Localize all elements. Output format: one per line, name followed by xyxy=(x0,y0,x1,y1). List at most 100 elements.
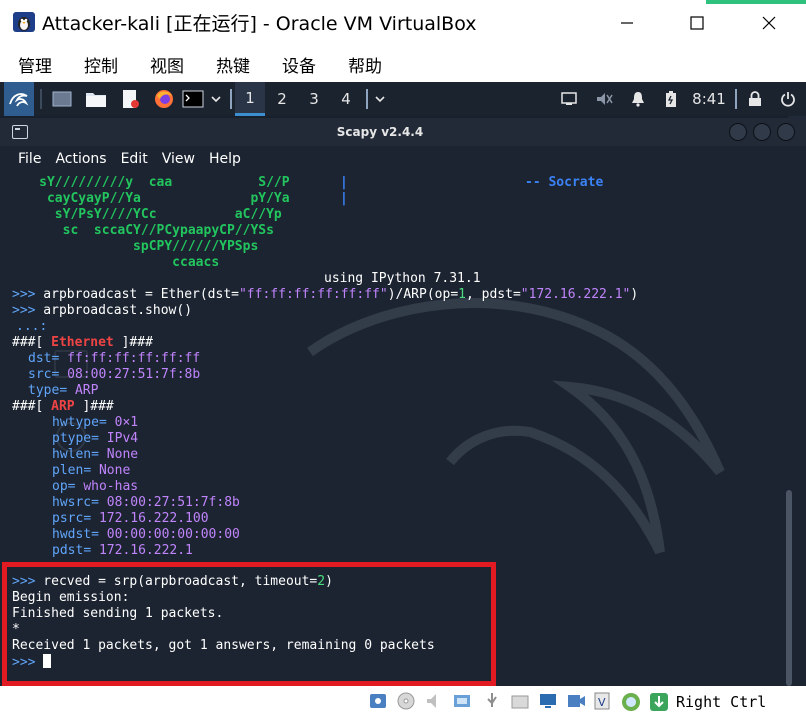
power-tray-button[interactable] xyxy=(660,82,682,116)
banner-art-line: cayCyayP//Ya pY/Ya xyxy=(0,191,290,206)
video-capture-icon[interactable] xyxy=(566,691,586,711)
terminal-menu-view[interactable]: View xyxy=(162,151,195,167)
arp-field: hwtype= 0×1 xyxy=(52,415,138,431)
terminal-launcher-button[interactable] xyxy=(180,82,206,116)
terminal-menu-edit[interactable]: Edit xyxy=(121,151,148,167)
menu-hotkeys[interactable]: 热键 xyxy=(216,52,250,77)
mouse-integration-icon[interactable] xyxy=(648,691,668,711)
arp-header: ###[ ARP ]### xyxy=(12,399,114,415)
field-key: hwdst xyxy=(52,527,92,542)
continuation-prompt: ...: xyxy=(16,319,48,334)
close-button[interactable] xyxy=(738,0,800,46)
power-icon xyxy=(781,92,795,107)
prompt: >>> xyxy=(12,303,36,318)
text-editor-button[interactable] xyxy=(116,82,144,116)
field-value: None xyxy=(106,447,139,462)
menu-help[interactable]: 帮助 xyxy=(348,52,382,77)
terminal-menu-file[interactable]: File xyxy=(18,151,41,167)
launcher-dropdown[interactable] xyxy=(206,82,226,116)
workspace-2[interactable]: 2 xyxy=(267,82,297,116)
banner-pipe: | xyxy=(340,175,348,190)
code-string: "ff:ff:ff:ff:ff:ff" xyxy=(238,287,388,302)
banner-quote-author: -- Socrate xyxy=(525,175,604,190)
field-eq: = xyxy=(91,447,107,462)
banner-art-line: sY/PsY////YCc aC//Yp xyxy=(0,207,282,222)
optical-disk-icon[interactable] xyxy=(396,691,416,711)
field-value: 172.16.222.1 xyxy=(98,543,193,558)
panel-separator xyxy=(230,89,232,109)
kali-dragon-watermark xyxy=(307,298,725,555)
code-text: arpbroadcast.show() xyxy=(35,303,193,318)
command-line: >>> arpbroadcast = Ether(dst="ff:ff:ff:f… xyxy=(12,287,638,303)
menu-control[interactable]: 控制 xyxy=(84,52,118,77)
vbox-statusbar: V Right Ctrl xyxy=(0,686,806,719)
menu-view[interactable]: 视图 xyxy=(150,52,184,77)
notifications-button[interactable] xyxy=(626,82,650,116)
field-key: psrc xyxy=(52,511,84,526)
kali-menu-button[interactable] xyxy=(4,82,34,116)
workspace-3[interactable]: 3 xyxy=(299,82,329,116)
network-icon[interactable] xyxy=(452,691,472,711)
host-key-label: Right Ctrl xyxy=(676,693,767,711)
terminal-menu-actions[interactable]: Actions xyxy=(55,151,106,167)
code-text: , pdst= xyxy=(465,287,521,302)
text-editor-icon xyxy=(123,90,139,108)
terminal-close-button[interactable] xyxy=(777,123,795,141)
show-desktop-button[interactable] xyxy=(48,82,76,116)
field-value: ARP xyxy=(74,383,99,398)
panel-separator xyxy=(735,89,737,109)
terminal-titlebar: Scapy v2.4.4 xyxy=(0,118,806,146)
field-key: op xyxy=(52,479,68,494)
guest-additions-icon[interactable] xyxy=(620,691,640,711)
menu-devices[interactable]: 设备 xyxy=(282,52,316,77)
terminal-minimize-button[interactable] xyxy=(729,123,747,141)
vt-x-icon[interactable]: V xyxy=(592,691,612,711)
arp-field: ptype= IPv4 xyxy=(52,431,138,447)
screenshot-tray-button[interactable] xyxy=(556,82,582,116)
window-title: Attacker-kali [正在运行] - Oracle VM Virtual… xyxy=(42,13,477,35)
arp-field: psrc= 172.16.222.100 xyxy=(52,511,209,527)
field-key: hwlen xyxy=(52,447,92,462)
network-tray-button[interactable] xyxy=(592,82,616,116)
chevron-down-icon xyxy=(375,96,385,103)
usb-icon[interactable] xyxy=(482,691,502,711)
field-value: IPv4 xyxy=(106,431,139,446)
logout-button[interactable] xyxy=(776,82,800,116)
header-text: ###[ xyxy=(12,335,52,350)
shared-folder-icon[interactable] xyxy=(510,691,530,711)
audio-icon[interactable] xyxy=(424,691,444,711)
terminal-scrollbar[interactable] xyxy=(786,490,792,686)
command-line: >>> arpbroadcast.show() xyxy=(12,303,192,319)
display-icon[interactable] xyxy=(538,691,558,711)
field-eq: = xyxy=(91,431,107,446)
field-value: 00:00:00:00:00:00 xyxy=(106,527,240,542)
field-eq: = xyxy=(83,463,99,478)
hard-disk-icon[interactable] xyxy=(368,691,388,711)
workspace-4[interactable]: 4 xyxy=(331,82,361,116)
banner-art-line: sY/////////y caa S//P xyxy=(0,175,290,190)
folder-icon xyxy=(86,93,106,107)
file-manager-button[interactable] xyxy=(82,82,110,116)
arp-field: pdst= 172.16.222.1 xyxy=(52,543,193,559)
maximize-icon xyxy=(690,16,704,30)
chevron-down-icon xyxy=(211,96,221,103)
minimize-button[interactable] xyxy=(596,0,658,46)
window-list-dropdown[interactable] xyxy=(370,82,390,116)
terminal-menu-help[interactable]: Help xyxy=(209,151,241,167)
field-key: dst xyxy=(28,351,52,366)
panel-clock[interactable]: 8:41 xyxy=(686,82,732,116)
code-text: arpbroadcast = Ether(dst= xyxy=(35,287,239,302)
ethernet-field: src= 08:00:27:51:7f:8b xyxy=(28,367,200,383)
maximize-button[interactable] xyxy=(666,0,728,46)
screen-icon xyxy=(561,92,577,105)
firefox-button[interactable] xyxy=(150,82,178,116)
workspace-1[interactable]: 1 xyxy=(235,82,265,116)
lock-screen-button[interactable] xyxy=(744,82,766,116)
field-value: who-has xyxy=(83,479,139,494)
field-key: src xyxy=(28,367,52,382)
field-eq: = xyxy=(51,351,68,366)
terminal-menubar: File Actions Edit View Help xyxy=(0,146,806,172)
svg-text:V: V xyxy=(598,696,606,709)
menu-manage[interactable]: 管理 xyxy=(18,52,52,77)
terminal-maximize-button[interactable] xyxy=(753,123,771,141)
